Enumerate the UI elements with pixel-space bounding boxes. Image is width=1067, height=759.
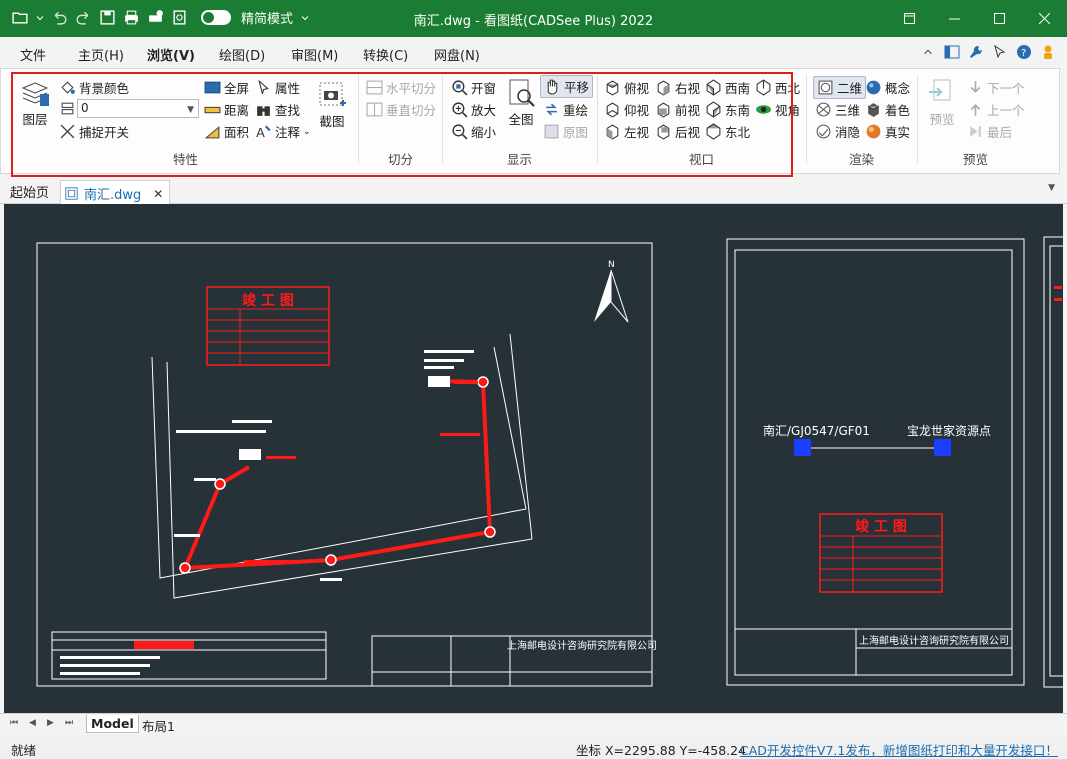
cursor-coordinates: 坐标 X=2295.88 Y=-458.24: [576, 743, 747, 758]
news-link[interactable]: CAD开发控件V7.1发布，新增图纸打印和大量开发接口！: [740, 740, 1058, 759]
settings-wrench-icon[interactable]: [967, 43, 985, 61]
sheet2-route-dest: 宝龙世家资源点: [907, 423, 991, 438]
prev-layout-icon[interactable]: ◀: [29, 718, 36, 728]
tab-model[interactable]: Model: [86, 715, 139, 733]
last-layout-icon[interactable]: ⏭: [65, 718, 73, 728]
layout-icon[interactable]: [943, 43, 961, 61]
menu-review[interactable]: 审图(M): [291, 45, 338, 64]
render-3d-button[interactable]: 三维: [815, 100, 860, 119]
tab-close-icon[interactable]: ✕: [153, 187, 163, 201]
sheet2-route-origin: 南汇/GJ0547/GF01: [763, 423, 870, 438]
highlight-box: [11, 72, 793, 177]
menu-draw[interactable]: 绘图(D): [219, 45, 265, 64]
group-label-preview: 预览: [963, 152, 989, 167]
render-2d-button[interactable]: 二维: [813, 76, 867, 99]
last-label: 最后: [987, 125, 1013, 140]
render-concept-label: 概念: [885, 81, 911, 96]
north-label: N: [608, 260, 615, 270]
sheet2-company: 上海邮电设计咨询研究院有限公司: [859, 634, 1009, 647]
arrow-up-icon: [967, 101, 984, 118]
close-button[interactable]: [1022, 0, 1067, 37]
first-layout-icon[interactable]: ⏮: [10, 718, 18, 728]
prev-button[interactable]: 上一个: [967, 100, 1025, 119]
restore-tile-icon[interactable]: [887, 0, 932, 37]
menu-cloud[interactable]: 网盘(N): [434, 45, 480, 64]
svg-text:?: ?: [1021, 48, 1026, 59]
render-concept-button[interactable]: 概念: [865, 78, 910, 97]
group-label-render: 渲染: [849, 152, 875, 167]
drawing-canvas[interactable]: 竣 工 图 N 上海邮电设计咨询研究院有限公司 南汇/GJ0547/GF01 宝…: [4, 204, 1063, 713]
next-button[interactable]: 下一个: [967, 78, 1025, 97]
sheet-border: [36, 242, 653, 687]
arrow-down-icon: [967, 79, 984, 96]
tab-layout1[interactable]: 布局1: [138, 715, 179, 736]
menu-file[interactable]: 文件: [20, 45, 46, 64]
tab-home[interactable]: 起始页: [10, 182, 49, 201]
tab-file[interactable]: 南汇.dwg ✕: [60, 180, 171, 204]
render-shade-label: 着色: [885, 103, 911, 118]
status-bar: 就绪 坐标 X=2295.88 Y=-458.24 CAD开发控件V7.1发布，…: [0, 735, 1067, 759]
user-account-icon[interactable]: [1039, 43, 1057, 61]
skip-last-icon: [967, 123, 984, 140]
collapse-ribbon-icon[interactable]: [919, 43, 937, 61]
render-2d-icon: [817, 79, 834, 96]
render-realistic-label: 真实: [885, 125, 911, 140]
preview-icon: [929, 79, 951, 101]
preview-label: 预览: [929, 112, 955, 127]
hidden-line-icon: [815, 123, 832, 140]
render-3d-icon: [815, 101, 832, 118]
title-block-company: 上海邮电设计咨询研究院有限公司: [507, 639, 657, 652]
app-window: 精简模式 南汇.dwg - 看图纸(CADSee Plus) 2022 文件 主…: [0, 0, 1067, 759]
render-shade-button[interactable]: 着色: [865, 100, 910, 119]
layout-tabs-bar: ⏮ ◀ ▶ ⏭ Model 布局1: [0, 713, 1067, 735]
title-bar: 精简模式 南汇.dwg - 看图纸(CADSee Plus) 2022: [0, 0, 1067, 37]
tab-file-label: 南汇.dwg: [84, 188, 142, 203]
shade-cube-icon: [865, 101, 882, 118]
status-ready: 就绪: [11, 743, 37, 758]
sheet2-stamp-title: 竣 工 图: [855, 518, 907, 535]
render-realistic-button[interactable]: 真实: [865, 122, 910, 141]
drawing-svg: 竣 工 图 N 上海邮电设计咨询研究院有限公司 南汇/GJ0547/GF01 宝…: [36, 236, 1063, 688]
tabs-dropdown-icon[interactable]: ▼: [1048, 183, 1055, 193]
render-hidden-label: 消隐: [835, 125, 861, 140]
preview-button[interactable]: 预览: [926, 77, 958, 128]
next-layout-icon[interactable]: ▶: [47, 718, 54, 728]
last-button[interactable]: 最后: [967, 122, 1012, 141]
maximize-button[interactable]: [977, 0, 1022, 37]
render-hidden-button[interactable]: 消隐: [815, 122, 860, 141]
render-3d-label: 三维: [835, 103, 861, 118]
menu-browse[interactable]: 浏览(V): [147, 45, 195, 70]
menu-convert[interactable]: 转换(C): [363, 45, 408, 64]
dwg-file-icon: [65, 187, 78, 200]
menu-bar: 文件 主页(H) 浏览(V) 绘图(D) 审图(M) 转换(C) 网盘(N) ?: [0, 37, 1067, 70]
stamp-title: 竣 工 图: [242, 292, 294, 309]
help-icon[interactable]: ?: [1015, 43, 1033, 61]
window-controls: [887, 0, 1067, 37]
menu-home[interactable]: 主页(H): [78, 45, 124, 64]
concept-sphere-icon: [865, 79, 882, 96]
menu-right-tools: ?: [919, 43, 1057, 61]
document-tabs: 起始页 南汇.dwg ✕ ▼: [0, 178, 1067, 204]
group-separator: [917, 75, 918, 163]
cursor-icon[interactable]: [991, 43, 1009, 61]
render-2d-label: 二维: [837, 81, 863, 96]
group-separator: [806, 75, 807, 163]
next-label: 下一个: [987, 81, 1025, 96]
minimize-button[interactable]: [932, 0, 977, 37]
prev-label: 上一个: [987, 103, 1025, 118]
realistic-sphere-icon: [865, 123, 882, 140]
